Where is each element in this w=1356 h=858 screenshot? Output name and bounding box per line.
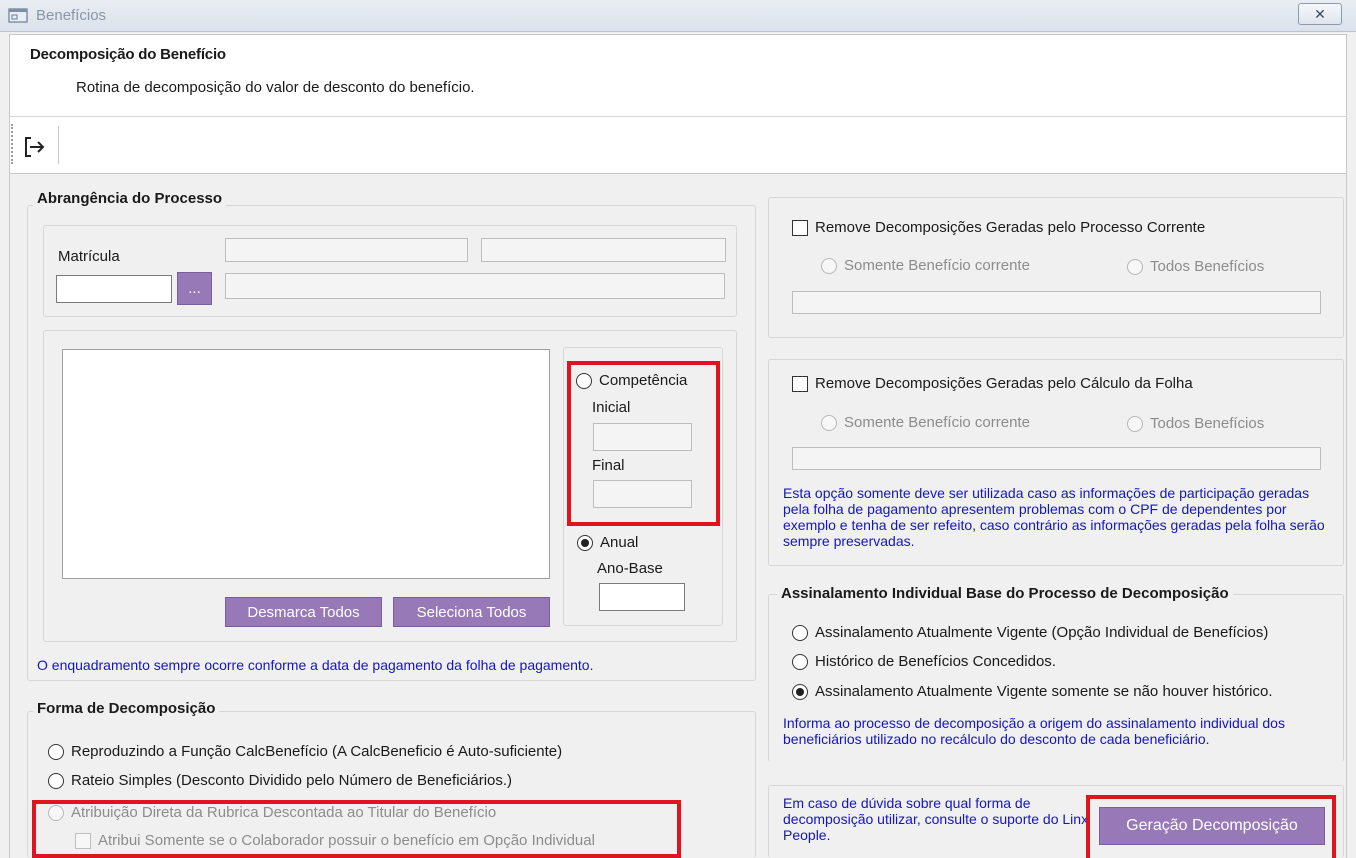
help-text: Em caso de dúvida sobre qual forma de de… — [783, 795, 1089, 843]
abrangencia-legend: Abrangência do Processo — [33, 190, 227, 207]
matricula-lookup-button[interactable]: ... — [177, 272, 212, 305]
atribui-somente-checkbox-box[interactable] — [75, 832, 91, 849]
final-label: Final — [592, 457, 625, 474]
remove-processo-field — [792, 291, 1321, 314]
assinalamento-option-vigente-radio[interactable] — [792, 624, 808, 641]
remove-folha-field — [792, 447, 1321, 470]
remove-folha-corrente-radio[interactable]: Somente Benefício corrente — [821, 414, 1030, 431]
desmarca-todos-button[interactable]: Desmarca Todos — [225, 597, 382, 627]
page-title: Decomposição do Benefício — [30, 46, 226, 63]
competencia-radio-circle[interactable] — [576, 372, 592, 389]
competencia-final-input[interactable] — [593, 480, 692, 508]
window-title: Benefícios — [36, 7, 107, 24]
ano-base-label: Ano-Base — [597, 560, 663, 577]
remove-folha-checkbox-box[interactable] — [792, 375, 808, 392]
anual-radio[interactable]: Anual — [577, 534, 638, 551]
matricula-extra-field — [481, 238, 726, 262]
competencia-inicial-input[interactable] — [593, 423, 692, 451]
ano-base-input[interactable] — [599, 583, 685, 611]
remove-folha-corrente-label: Somente Benefício corrente — [844, 414, 1030, 431]
remove-folha-todos-radio-circle[interactable] — [1127, 415, 1143, 432]
matricula-description-field — [225, 273, 725, 299]
assinalamento-option-historico[interactable]: Histórico de Benefícios Concedidos. — [792, 653, 1056, 670]
assinalamento-option-vigente[interactable]: Assinalamento Atualmente Vigente (Opção … — [792, 624, 1268, 641]
toolbar — [9, 116, 1347, 174]
assinalamento-option-historico-label: Histórico de Benefícios Concedidos. — [815, 653, 1056, 670]
assinalamento-option-historico-radio[interactable] — [792, 653, 808, 670]
assinalamento-option-sem-historico-radio[interactable] — [792, 683, 808, 700]
remove-folha-checkbox[interactable]: Remove Decomposições Geradas pelo Cálcul… — [792, 375, 1193, 392]
seleciona-todos-button[interactable]: Seleciona Todos — [393, 597, 550, 627]
page-subtitle: Rotina de decomposição do valor de desco… — [76, 79, 475, 96]
remove-folha-note: Esta opção somente deve ser utilizada ca… — [783, 485, 1325, 549]
remove-processo-corrente-label: Somente Benefício corrente — [844, 257, 1030, 274]
forma-option-rateio-label: Rateio Simples (Desconto Dividido pelo N… — [71, 772, 513, 789]
forma-option-calcbeneficio-radio[interactable] — [48, 743, 64, 760]
competencia-label: Competência — [599, 372, 688, 389]
forma-option-atribuicao-label: Atribuição Direta da Rubrica Descontada … — [71, 804, 497, 821]
remove-processo-label: Remove Decomposições Geradas pelo Proces… — [815, 219, 1206, 236]
matricula-label: Matrícula — [58, 248, 120, 265]
matricula-name-field — [225, 238, 468, 262]
remove-folha-todos-radio[interactable]: Todos Benefícios — [1127, 415, 1264, 432]
assinalamento-legend: Assinalamento Individual Base do Process… — [777, 585, 1233, 602]
forma-legend: Forma de Decomposição — [33, 700, 220, 717]
atribui-somente-checkbox[interactable]: Atribui Somente se o Colaborador possuir… — [75, 832, 595, 849]
window-app-icon — [8, 8, 28, 23]
atribui-somente-label: Atribui Somente se o Colaborador possuir… — [98, 832, 595, 849]
competencia-radio[interactable]: Competência — [576, 372, 687, 389]
beneficios-list[interactable] — [62, 349, 550, 579]
remove-processo-checkbox[interactable]: Remove Decomposições Geradas pelo Proces… — [792, 219, 1205, 236]
forma-option-atribuicao-radio[interactable] — [48, 804, 64, 821]
enquadramento-note: O enquadramento sempre ocorre conforme a… — [37, 657, 594, 673]
window-close-button[interactable]: ✕ — [1298, 3, 1342, 25]
forma-option-rateio-radio[interactable] — [48, 772, 64, 789]
remove-processo-checkbox-box[interactable] — [792, 219, 808, 236]
remove-processo-corrente-radio-circle[interactable] — [821, 257, 837, 274]
forma-option-calcbeneficio[interactable]: Reproduzindo a Função CalcBenefício (A C… — [48, 743, 562, 760]
toolbar-grip — [11, 124, 14, 164]
anual-radio-circle[interactable] — [577, 534, 593, 551]
remove-folha-label: Remove Decomposições Geradas pelo Cálcul… — [815, 375, 1193, 392]
remove-processo-todos-radio-circle[interactable] — [1127, 258, 1143, 275]
assinalamento-note: Informa ao processo de decomposição a or… — [783, 715, 1285, 747]
anual-label: Anual — [600, 534, 639, 551]
remove-processo-corrente-radio[interactable]: Somente Benefício corrente — [821, 257, 1030, 274]
assinalamento-option-sem-historico[interactable]: Assinalamento Atualmente Vigente somente… — [792, 683, 1273, 700]
remove-processo-todos-radio[interactable]: Todos Benefícios — [1127, 258, 1264, 275]
assinalamento-option-sem-historico-label: Assinalamento Atualmente Vigente somente… — [815, 683, 1273, 700]
exit-icon[interactable] — [22, 134, 48, 160]
geracao-decomposicao-button[interactable]: Geração Decomposição — [1099, 807, 1325, 845]
remove-folha-todos-label: Todos Benefícios — [1150, 415, 1265, 432]
forma-option-atribuicao[interactable]: Atribuição Direta da Rubrica Descontada … — [48, 804, 496, 821]
forma-option-calcbeneficio-label: Reproduzindo a Função CalcBenefício (A C… — [71, 743, 563, 760]
remove-folha-corrente-radio-circle[interactable] — [821, 414, 837, 431]
matricula-input[interactable] — [56, 275, 172, 303]
toolbar-separator — [58, 126, 59, 164]
inicial-label: Inicial — [592, 399, 631, 416]
assinalamento-option-vigente-label: Assinalamento Atualmente Vigente (Opção … — [815, 624, 1269, 641]
remove-processo-todos-label: Todos Benefícios — [1150, 258, 1265, 275]
forma-option-rateio[interactable]: Rateio Simples (Desconto Dividido pelo N… — [48, 772, 512, 789]
window-titlebar: Benefícios ✕ — [0, 0, 1356, 32]
